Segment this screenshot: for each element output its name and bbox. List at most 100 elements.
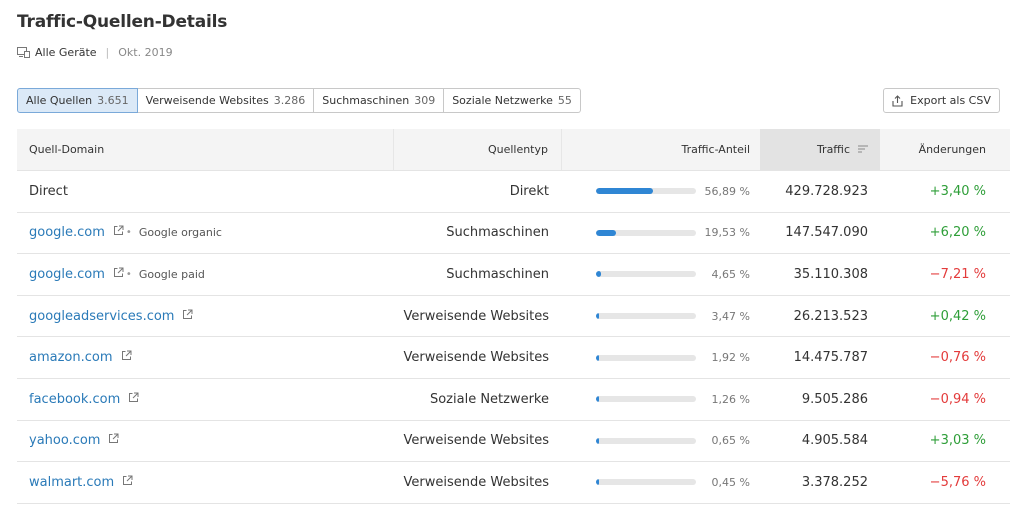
export-csv-button[interactable]: Export als CSV [883, 88, 1000, 113]
external-link-icon[interactable] [113, 225, 124, 240]
external-link-icon[interactable] [128, 392, 139, 407]
dot-separator: • [125, 227, 132, 239]
share-percent: 0,65 % [711, 434, 750, 448]
cell-source-type: Verweisende Websites [403, 474, 549, 490]
share-bar [596, 271, 696, 278]
cell-traffic-share: 4,65 % [562, 254, 760, 295]
share-bar [596, 313, 696, 320]
cell-traffic-share: 56,89 % [562, 171, 760, 212]
share-percent: 19,53 % [704, 226, 750, 240]
source-domain[interactable]: google.com [29, 225, 105, 240]
export-icon [892, 94, 903, 107]
cell-traffic-share: 19,53 % [562, 213, 760, 254]
share-bar-fill [596, 479, 599, 486]
column-header-change[interactable]: Änderungen [880, 129, 998, 170]
cell-traffic: 35.110.308 [793, 266, 868, 282]
cell-change: −7,21 % [929, 266, 986, 282]
device-selector[interactable]: Alle Geräte [35, 46, 97, 59]
source-subtype: Google organic [138, 226, 222, 240]
column-header-type[interactable]: Quellentyp [394, 129, 562, 170]
source-domain[interactable]: facebook.com [29, 392, 120, 407]
cell-traffic: 3.378.252 [801, 474, 868, 490]
filter-search-engines[interactable]: Suchmaschinen 309 [314, 88, 445, 113]
share-bar [596, 437, 696, 444]
filter-referring-websites[interactable]: Verweisende Websites 3.286 [137, 88, 315, 113]
cell-change: +6,20 % [929, 225, 986, 241]
cell-traffic-share: 0,65 % [562, 421, 760, 462]
cell-change: −0,94 % [929, 391, 986, 407]
cell-domain: Direct [17, 171, 394, 212]
filter-social-networks[interactable]: Soziale Netzwerke 55 [444, 88, 581, 113]
page-title: Traffic-Quellen-Details [17, 12, 228, 32]
cell-traffic: 147.547.090 [785, 225, 868, 241]
share-bar-fill [596, 313, 600, 320]
cell-change: −5,76 % [929, 474, 986, 490]
source-domain[interactable]: yahoo.com [29, 433, 100, 448]
share-percent: 1,92 % [711, 351, 750, 365]
source-domain: Direct [29, 183, 68, 199]
cell-domain: facebook.com [17, 379, 394, 420]
cell-source-type: Soziale Netzwerke [429, 391, 549, 407]
external-link-icon[interactable] [113, 267, 124, 282]
source-domain[interactable]: googleadservices.com [29, 309, 174, 324]
external-link-icon[interactable] [108, 433, 119, 448]
cell-traffic-share: 0,45 % [562, 462, 760, 503]
cell-source-type: Suchmaschinen [446, 266, 549, 282]
cell-domain: google.com • Google paid [17, 254, 394, 295]
source-domain[interactable]: amazon.com [29, 350, 113, 365]
column-header-traffic-label: Traffic [816, 143, 850, 156]
cell-source-type: Direkt [509, 183, 549, 199]
filter-all-sources[interactable]: Alle Quellen 3.651 [17, 88, 138, 113]
share-bar [596, 396, 696, 403]
cell-traffic: 14.475.787 [793, 350, 868, 366]
table-row: amazon.com Verweisende Websites 1,92 % 14.4… [17, 337, 1010, 379]
external-link-icon[interactable] [122, 475, 133, 490]
filter-count: 3.286 [273, 94, 306, 107]
cell-source-type: Verweisende Websites [403, 433, 549, 449]
source-subtype: Google paid [138, 267, 205, 281]
cell-traffic: 26.213.523 [793, 308, 868, 324]
source-domain[interactable]: walmart.com [29, 475, 114, 490]
share-percent: 3,47 % [711, 309, 750, 323]
filter-label: Verweisende Websites [145, 94, 269, 107]
share-bar [596, 479, 696, 486]
column-header-share[interactable]: Traffic-Anteil [562, 129, 760, 170]
cell-traffic: 429.728.923 [785, 183, 868, 199]
share-bar-fill [596, 354, 599, 361]
report-meta: Alle Geräte | Okt. 2019 [17, 46, 173, 59]
table-row: google.com • Google organic Suchmaschinen 19… [17, 213, 1010, 255]
filter-count: 3.651 [97, 94, 129, 107]
cell-domain: google.com • Google organic [17, 213, 394, 254]
share-bar-fill [596, 229, 616, 236]
table-row: googleadservices.com Verweisende Websites… [17, 296, 1010, 338]
external-link-icon[interactable] [121, 350, 132, 365]
share-percent: 4,65 % [711, 267, 750, 281]
column-header-domain[interactable]: Quell-Domain [17, 129, 394, 170]
cell-source-type: Verweisende Websites [403, 350, 549, 366]
meta-separator: | [105, 46, 110, 59]
cell-domain: walmart.com [17, 462, 394, 503]
table-header: Quell-Domain Quellentyp Traffic-Anteil T… [17, 129, 1010, 171]
cell-traffic: 4.905.584 [801, 433, 868, 449]
cell-traffic-share: 1,26 % [562, 379, 760, 420]
cell-domain: amazon.com [17, 337, 394, 378]
export-label: Export als CSV [910, 94, 991, 107]
column-header-traffic[interactable]: Traffic [760, 129, 880, 170]
cell-domain: yahoo.com [17, 421, 394, 462]
cell-traffic: 9.505.286 [801, 391, 868, 407]
table-row: yahoo.com Verweisende Websites 0,65 % 4.905… [17, 421, 1010, 463]
table-body: Direct Direkt 56,89 % 429.728.923 +3,40 % goo… [17, 171, 1010, 504]
source-filter-group: Alle Quellen 3.651 Verweisende Websites 3.… [17, 88, 581, 113]
share-percent: 0,45 % [711, 475, 750, 489]
cell-change: +3,03 % [929, 433, 986, 449]
cell-domain: googleadservices.com [17, 296, 394, 337]
sort-icon[interactable] [858, 143, 868, 156]
share-bar-fill [596, 396, 599, 403]
cell-source-type: Suchmaschinen [446, 225, 549, 241]
external-link-icon[interactable] [182, 309, 193, 324]
share-bar-fill [596, 437, 599, 444]
source-domain[interactable]: google.com [29, 267, 105, 282]
cell-change: +0,42 % [929, 308, 986, 324]
table-row: walmart.com Verweisende Websites 0,45 % 3.3… [17, 462, 1010, 504]
share-percent: 1,26 % [711, 392, 750, 406]
